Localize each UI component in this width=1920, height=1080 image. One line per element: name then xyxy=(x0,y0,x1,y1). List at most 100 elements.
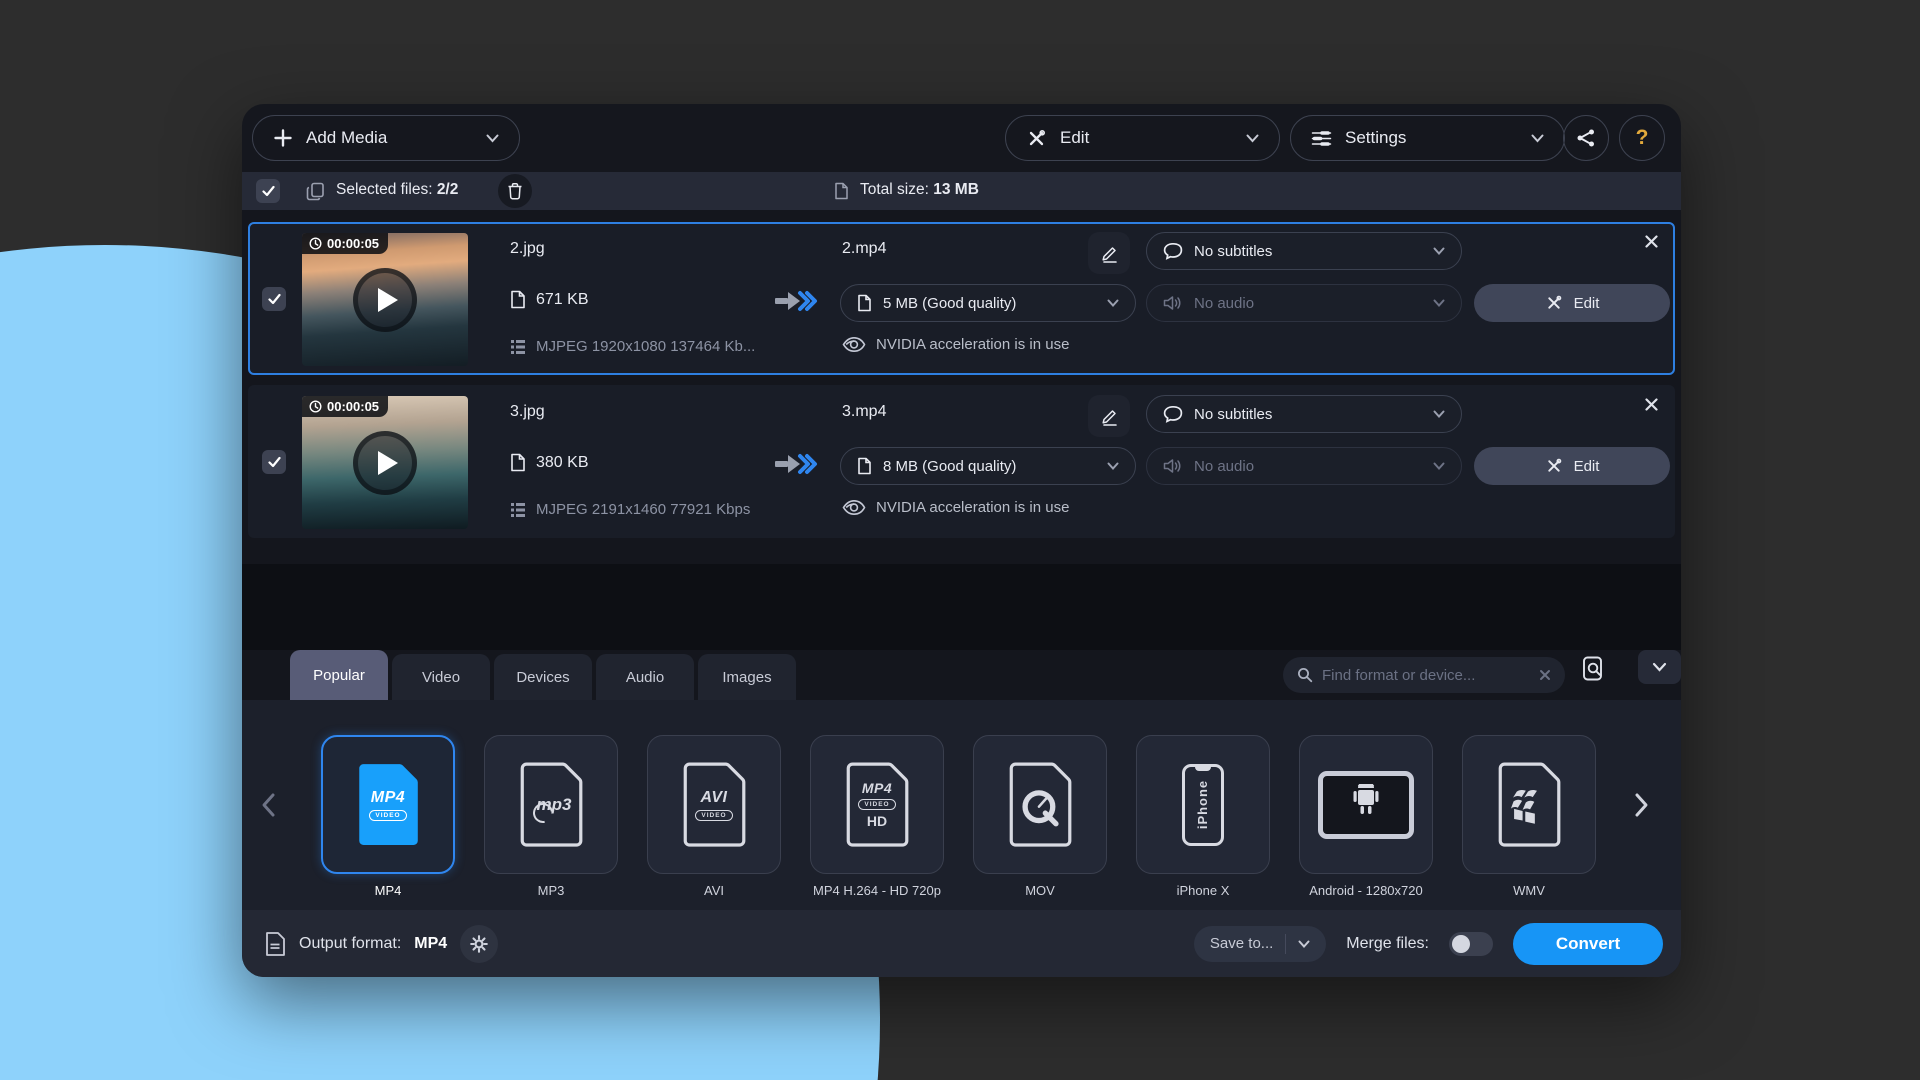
bottom-bar: Output format: MP4 Save to... Merge file… xyxy=(242,910,1681,977)
search-input[interactable] xyxy=(1322,667,1530,684)
source-codec-row: MJPEG 1920x1080 137464 Kb... xyxy=(510,338,755,355)
rename-button[interactable] xyxy=(1088,232,1130,274)
format-card-avi[interactable]: AVI VIDEO AVI xyxy=(647,735,781,898)
file-edit-button[interactable]: Edit xyxy=(1474,284,1670,322)
duration-badge: 00:00:05 xyxy=(302,233,388,254)
subtitles-dropdown[interactable]: No subtitles xyxy=(1146,232,1462,270)
source-codec: MJPEG 1920x1080 137464 Kb... xyxy=(536,338,755,355)
file-icon xyxy=(834,182,849,200)
scroll-left-button[interactable] xyxy=(260,792,276,818)
preset-search-button[interactable] xyxy=(1580,655,1607,682)
output-format-group: Output format: MP4 xyxy=(264,925,498,963)
source-filename: 3.jpg xyxy=(510,403,545,421)
delete-selected-button[interactable] xyxy=(498,174,532,208)
avi-file-icon: AVI VIDEO xyxy=(681,762,747,848)
audio-dropdown[interactable]: No audio xyxy=(1146,447,1462,485)
subtitles-dropdown[interactable]: No subtitles xyxy=(1146,395,1462,433)
file-icon xyxy=(510,290,526,309)
format-card: MP4 VIDEO xyxy=(321,735,455,874)
quicktime-file-icon xyxy=(1007,762,1073,848)
subtitles-value: No subtitles xyxy=(1194,243,1272,260)
duration-badge: 00:00:05 xyxy=(302,396,388,417)
play-icon xyxy=(378,288,398,312)
format-card-mp4-hd[interactable]: MP4 VIDEO HD MP4 H.264 - HD 720p xyxy=(810,735,944,898)
play-button[interactable] xyxy=(353,268,417,332)
edit-menu-label: Edit xyxy=(1060,128,1089,148)
file-row-2[interactable]: 00:00:05 3.jpg 380 KB MJPEG 2191x1460 77… xyxy=(248,385,1675,538)
tools-icon xyxy=(1545,457,1563,475)
format-search xyxy=(1283,657,1565,693)
format-panel: MP4 VIDEO MP4 mp3 xyxy=(242,700,1681,910)
source-filename: 2.jpg xyxy=(510,240,545,258)
tools-icon xyxy=(1026,128,1047,149)
help-button[interactable]: ? xyxy=(1619,115,1665,161)
format-label: MP4 H.264 - HD 720p xyxy=(813,883,941,898)
tab-images[interactable]: Images xyxy=(698,654,796,700)
play-button[interactable] xyxy=(353,431,417,495)
tab-popular[interactable]: Popular xyxy=(290,650,388,700)
merge-files-toggle[interactable] xyxy=(1449,932,1493,956)
tab-devices[interactable]: Devices xyxy=(494,654,592,700)
format-card-iphone-x[interactable]: iPhone iPhone X xyxy=(1136,735,1270,898)
rename-button[interactable] xyxy=(1088,395,1130,437)
share-button[interactable] xyxy=(1563,115,1609,161)
format-card-mp3[interactable]: mp3 MP3 xyxy=(484,735,618,898)
close-icon xyxy=(1644,397,1659,412)
edit-menu-button[interactable]: Edit xyxy=(1005,115,1280,161)
format-card-mov[interactable]: MOV xyxy=(973,735,1107,898)
merge-files-label: Merge files: xyxy=(1346,935,1429,953)
tools-icon xyxy=(1545,294,1563,312)
chevron-down-icon xyxy=(486,134,499,143)
mp3-file-icon: mp3 xyxy=(518,762,584,848)
file-2-thumbnail[interactable]: 00:00:05 xyxy=(302,396,468,529)
tab-video[interactable]: Video xyxy=(392,654,490,700)
file-edit-button[interactable]: Edit xyxy=(1474,447,1670,485)
phone-notch xyxy=(1195,766,1211,771)
scroll-right-button[interactable] xyxy=(1634,792,1650,818)
file-2-checkbox[interactable] xyxy=(262,450,286,474)
file-icon xyxy=(857,457,872,475)
duration-text: 00:00:05 xyxy=(327,236,379,251)
file-1-thumbnail[interactable]: 00:00:05 xyxy=(302,233,468,366)
format-card-android[interactable]: Android - 1280x720 xyxy=(1299,735,1433,898)
output-size-dropdown[interactable]: 8 MB (Good quality) xyxy=(840,447,1136,485)
bottom-actions: Save to... Merge files: Convert xyxy=(1194,923,1663,965)
remove-file-button[interactable] xyxy=(1644,234,1659,249)
play-icon xyxy=(378,451,398,475)
format-settings-button[interactable] xyxy=(460,925,498,963)
output-size-dropdown[interactable]: 5 MB (Good quality) xyxy=(840,284,1136,322)
save-to-dropdown[interactable]: Save to... xyxy=(1194,926,1326,962)
help-icon: ? xyxy=(1636,126,1649,150)
chevron-down-icon xyxy=(1298,940,1310,948)
share-icon xyxy=(1576,128,1596,148)
format-card-wmv[interactable]: WMV xyxy=(1462,735,1596,898)
iphone-icon: iPhone xyxy=(1182,764,1224,846)
output-filename: 2.mp4 xyxy=(842,240,886,258)
format-card: iPhone xyxy=(1136,735,1270,874)
tab-audio[interactable]: Audio xyxy=(596,654,694,700)
close-icon xyxy=(1644,234,1659,249)
clear-search-button[interactable] xyxy=(1539,669,1551,681)
format-card-mp4[interactable]: MP4 VIDEO MP4 xyxy=(321,735,455,898)
audio-value: No audio xyxy=(1194,295,1254,312)
convert-button[interactable]: Convert xyxy=(1513,923,1663,965)
format-card xyxy=(973,735,1107,874)
format-card: mp3 xyxy=(484,735,618,874)
chevron-down-icon xyxy=(1652,662,1667,672)
duration-text: 00:00:05 xyxy=(327,399,379,414)
file-row-1[interactable]: 00:00:05 2.jpg 671 KB MJPEG 1920x1080 13… xyxy=(248,222,1675,375)
format-label: AVI xyxy=(704,883,724,898)
collapse-panel-button[interactable] xyxy=(1638,650,1681,684)
add-media-button[interactable]: Add Media xyxy=(252,115,520,161)
search-icon xyxy=(1297,667,1313,683)
clock-icon xyxy=(309,237,322,250)
source-size-row: 671 KB xyxy=(510,290,588,309)
check-icon xyxy=(268,293,281,305)
android-tablet-icon xyxy=(1318,771,1414,839)
audio-dropdown[interactable]: No audio xyxy=(1146,284,1462,322)
remove-file-button[interactable] xyxy=(1644,397,1659,412)
sliders-icon xyxy=(1311,130,1332,147)
settings-menu-button[interactable]: Settings xyxy=(1290,115,1565,161)
file-1-checkbox[interactable] xyxy=(262,287,286,311)
select-all-checkbox[interactable] xyxy=(256,179,280,203)
